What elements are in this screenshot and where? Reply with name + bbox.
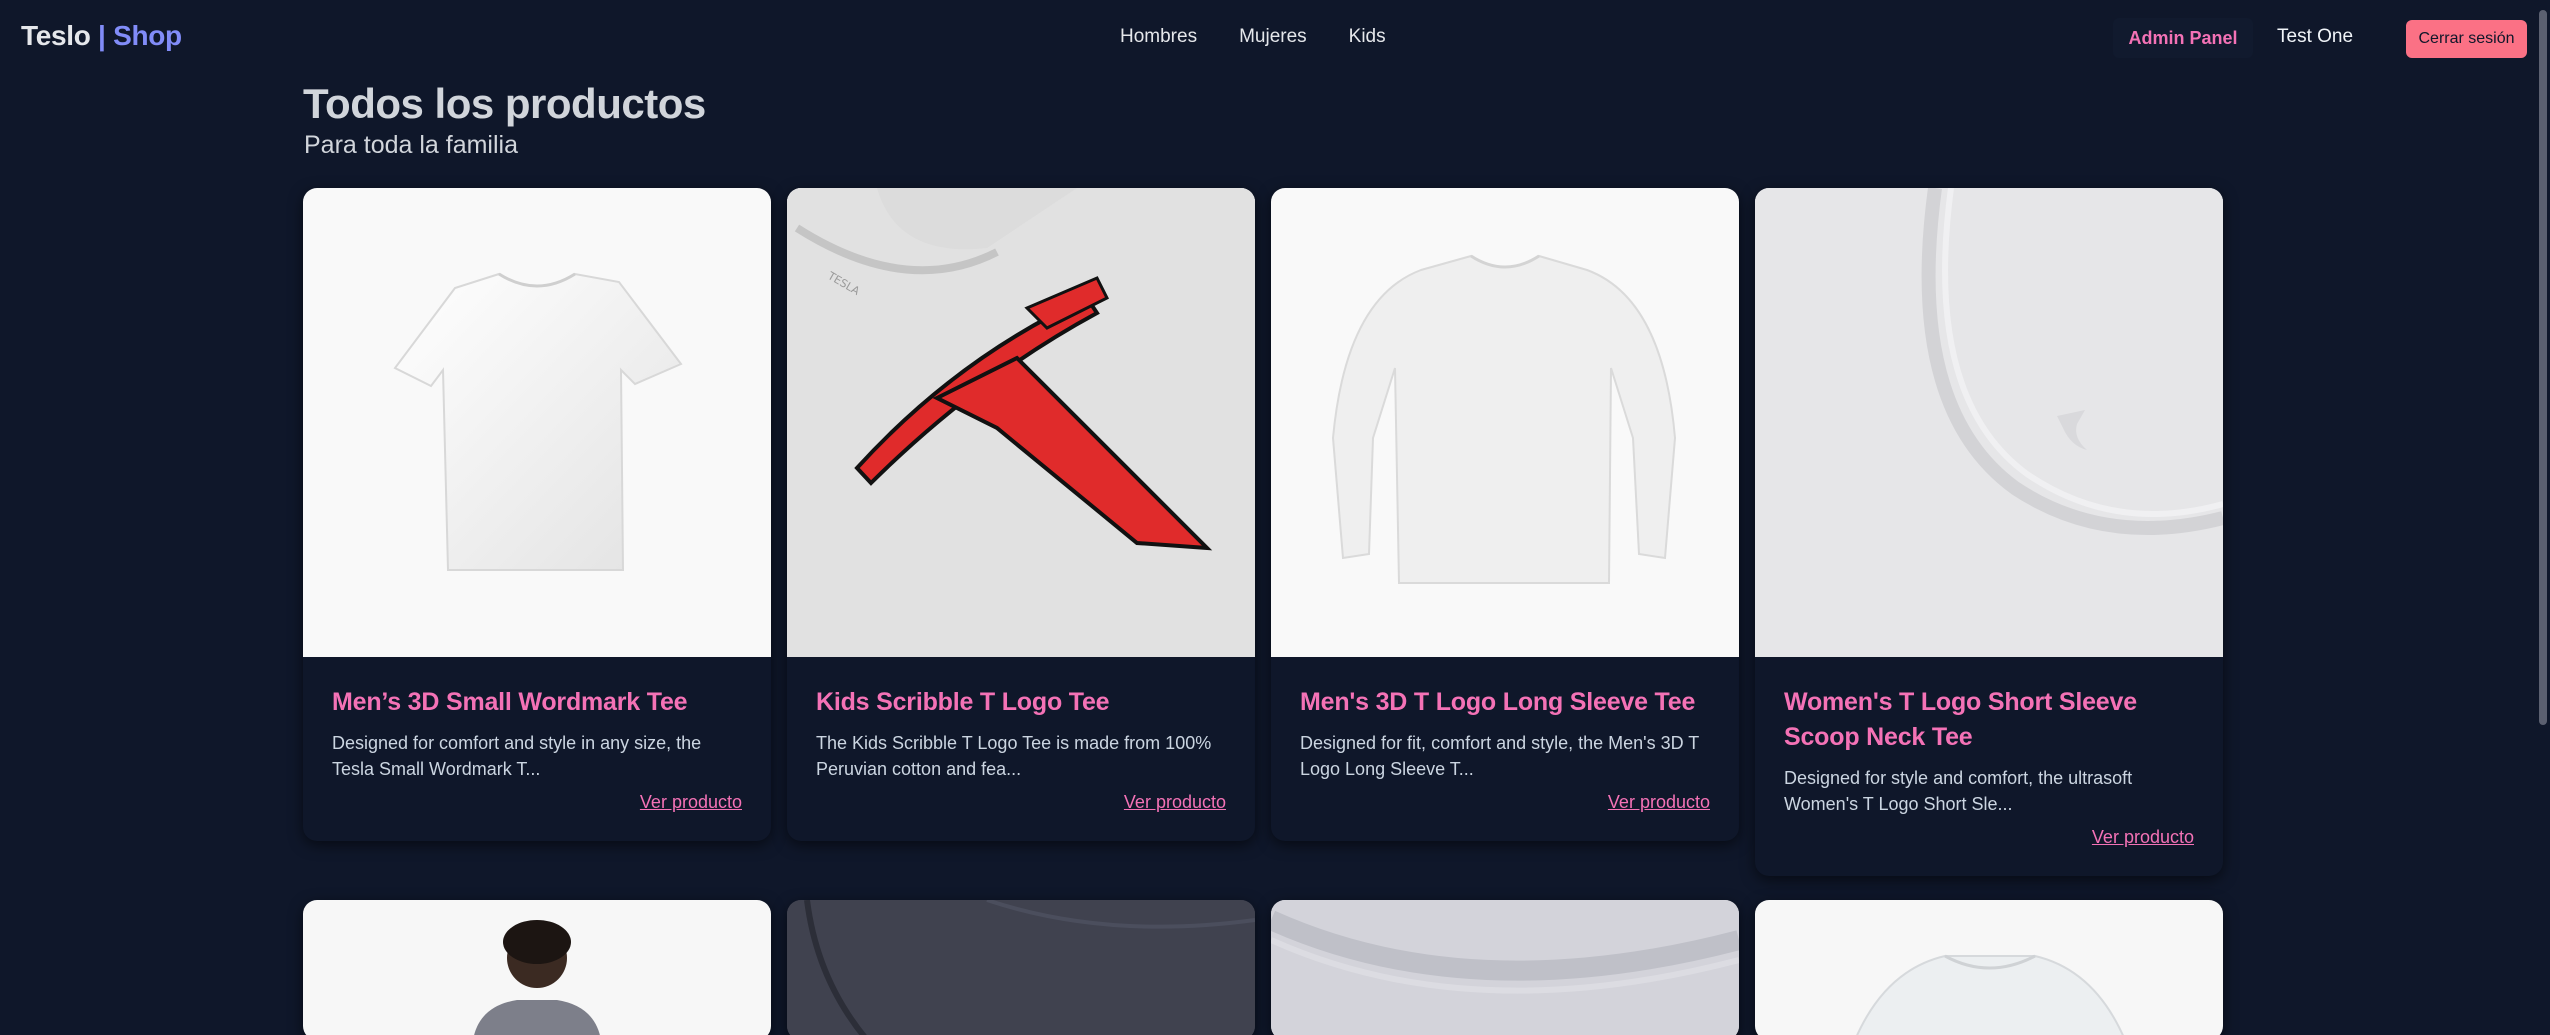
- product-image[interactable]: [1271, 188, 1739, 657]
- view-product-link[interactable]: Ver producto: [1300, 792, 1710, 813]
- product-card[interactable]: [303, 900, 771, 1035]
- product-title[interactable]: Kids Scribble T Logo Tee: [816, 685, 1226, 720]
- product-description: The Kids Scribble T Logo Tee is made fro…: [816, 733, 1212, 779]
- product-card-body: Men’s 3D Small Wordmark Tee Designed for…: [303, 657, 771, 841]
- product-card[interactable]: Men’s 3D Small Wordmark Tee Designed for…: [303, 188, 771, 841]
- product-title[interactable]: Men's 3D T Logo Long Sleeve Tee: [1300, 685, 1710, 720]
- brand-logo[interactable]: Teslo | Shop: [21, 20, 182, 52]
- product-card[interactable]: [787, 900, 1255, 1035]
- product-image[interactable]: [303, 188, 771, 657]
- nav-link-mujeres[interactable]: Mujeres: [1239, 26, 1307, 48]
- product-card-body: Men's 3D T Logo Long Sleeve Tee Designed…: [1271, 657, 1739, 841]
- view-product-link[interactable]: Ver producto: [332, 792, 742, 813]
- page-title: Todos los productos: [303, 80, 706, 127]
- top-navbar: Teslo | Shop Hombres Mujeres Kids Admin …: [0, 0, 2536, 76]
- product-card[interactable]: Men's 3D T Logo Long Sleeve Tee Designed…: [1271, 188, 1739, 841]
- product-description: Designed for comfort and style in any si…: [332, 733, 702, 779]
- product-card[interactable]: TESLA Kids Scribble T Logo Tee The Kids …: [787, 188, 1255, 841]
- view-product-link[interactable]: Ver producto: [816, 792, 1226, 813]
- product-image[interactable]: [303, 900, 771, 1035]
- main-nav: Hombres Mujeres Kids: [1120, 26, 1428, 48]
- admin-panel-button[interactable]: Admin Panel: [2113, 18, 2253, 58]
- brand-separator: |: [98, 20, 106, 51]
- nav-link-kids[interactable]: Kids: [1349, 26, 1386, 48]
- product-card[interactable]: Women's T Logo Short Sleeve Scoop Neck T…: [1755, 188, 2223, 876]
- product-image[interactable]: [1755, 900, 2223, 1035]
- page-scrollbar[interactable]: [2536, 0, 2550, 1035]
- product-card-body: Women's T Logo Short Sleeve Scoop Neck T…: [1755, 657, 2223, 876]
- product-card-body: Kids Scribble T Logo Tee The Kids Scribb…: [787, 657, 1255, 841]
- product-description: Designed for fit, comfort and style, the…: [1300, 733, 1699, 779]
- product-card[interactable]: [1755, 900, 2223, 1035]
- product-description: Designed for style and comfort, the ultr…: [1784, 768, 2133, 814]
- page-subtitle: Para toda la familia: [304, 131, 519, 159]
- product-title[interactable]: Women's T Logo Short Sleeve Scoop Neck T…: [1784, 685, 2194, 755]
- nav-link-hombres[interactable]: Hombres: [1120, 26, 1197, 48]
- logout-button[interactable]: Cerrar sesión: [2406, 20, 2527, 58]
- product-image[interactable]: [787, 900, 1255, 1035]
- product-card[interactable]: [1271, 900, 1739, 1035]
- product-image[interactable]: [1271, 900, 1739, 1035]
- user-name-link[interactable]: Test One: [2277, 26, 2353, 48]
- product-image[interactable]: [1755, 188, 2223, 657]
- brand-suffix: Shop: [113, 20, 182, 51]
- product-image[interactable]: TESLA: [787, 188, 1255, 657]
- brand-name: Teslo: [21, 20, 91, 51]
- product-title[interactable]: Men’s 3D Small Wordmark Tee: [332, 685, 742, 720]
- scrollbar-thumb[interactable]: [2539, 10, 2547, 725]
- view-product-link[interactable]: Ver producto: [1784, 827, 2194, 848]
